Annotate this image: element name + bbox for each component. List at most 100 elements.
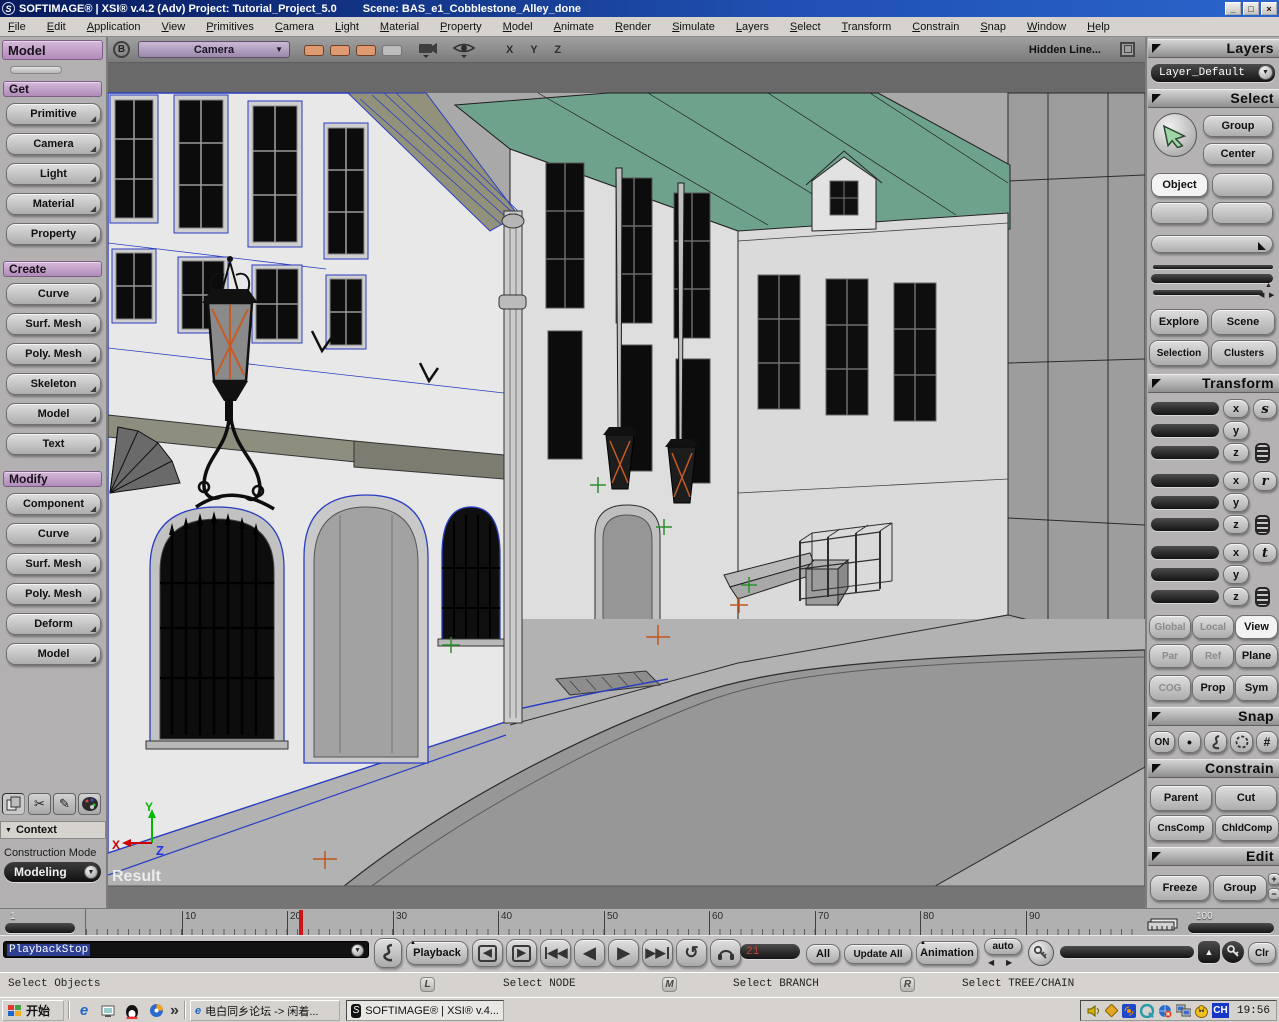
select-header[interactable]: Select [1148,89,1279,108]
create-curve-button[interactable]: Curve [6,283,101,305]
media-player-icon[interactable] [146,1001,166,1020]
auto-right-icon[interactable]: ▶ [1006,958,1012,967]
select-slider-thick[interactable] [1151,274,1273,283]
spinner-up-icon[interactable]: ▲ [1265,282,1272,289]
local-mode-button[interactable]: Local [1192,615,1234,639]
menu-application[interactable]: Application [87,21,141,33]
menu-model[interactable]: Model [503,21,533,33]
show-desktop-icon[interactable] [98,1001,118,1020]
rotate-tool-button[interactable]: r [1253,471,1277,491]
key-white-icon[interactable] [1222,941,1244,963]
palette-icon[interactable] [78,793,101,815]
cog-button[interactable]: COG [1149,675,1191,701]
maximize-button[interactable]: □ [1243,2,1259,15]
menu-select[interactable]: Select [790,21,821,33]
minimize-button[interactable]: _ [1225,2,1241,15]
snap-header[interactable]: Snap [1148,707,1279,726]
volume-icon[interactable] [1087,1004,1101,1018]
plane-mode-button[interactable]: Plane [1235,644,1278,668]
rotate-z-slider[interactable] [1151,518,1219,531]
all-button[interactable]: All [806,944,840,964]
key-icon[interactable] [1028,940,1054,966]
menu-snap[interactable]: Snap [980,21,1006,33]
create-model-button[interactable]: Model [6,403,101,425]
toolbar-divider[interactable] [10,66,62,74]
menu-help[interactable]: Help [1087,21,1110,33]
task-browser-button[interactable]: e 电白同乡论坛 -> 闲着... [190,1000,340,1021]
go-to-end-button[interactable]: ▶▶ [642,939,673,967]
scale-y-slider[interactable] [1151,424,1219,437]
playback-mode-select[interactable]: PlaybackStop ▼ [3,941,369,958]
animation-menu-button[interactable]: Animation [916,941,978,965]
menu-primitives[interactable]: Primitives [206,21,254,33]
select-mode-wide-button[interactable] [1151,235,1273,253]
quicklaunch-overflow[interactable]: » [170,1002,179,1020]
menu-property[interactable]: Property [440,21,482,33]
transform-header[interactable]: Transform [1148,374,1279,393]
memo-cam-2[interactable] [330,45,350,56]
frame-step-back-button[interactable]: ◀ [472,939,503,967]
go-to-start-button[interactable]: ◀◀ [540,939,571,967]
modify-model-button[interactable]: Model [6,643,101,665]
translate-z-toggle[interactable]: z [1223,587,1249,606]
select-arrow-tool[interactable] [1153,113,1197,157]
edit-group-button[interactable]: Group [1213,875,1267,901]
rotate-y-toggle[interactable]: y [1223,493,1249,512]
get-primitive-button[interactable]: Primitive [6,103,101,125]
select-group-button[interactable]: Group [1203,115,1273,137]
key-up-button[interactable]: ▲ [1198,941,1220,963]
get-property-button[interactable]: Property [6,223,101,245]
scale-link-icon[interactable] [1255,443,1270,463]
menu-view[interactable]: View [162,21,186,33]
camera-icon[interactable] [418,41,440,64]
messenger-icon[interactable] [1195,1004,1208,1018]
timeline-end-pill[interactable] [1188,923,1274,933]
menu-constrain[interactable]: Constrain [912,21,959,33]
viewport-camera-select[interactable]: Camera ▼ [138,41,290,58]
play-backward-button[interactable]: ◀ [574,939,605,967]
construction-mode-select[interactable]: Modeling ▼ [4,862,101,882]
view-mode-button[interactable]: View [1235,615,1278,639]
menu-light[interactable]: Light [335,21,359,33]
translate-link-icon[interactable] [1255,587,1270,607]
scale-x-slider[interactable] [1151,402,1219,415]
memo-cam-4[interactable] [382,45,402,56]
memo-cam-1[interactable] [304,45,324,56]
modify-surfmesh-button[interactable]: Surf. Mesh [6,553,101,575]
start-button[interactable]: 开始 [2,1000,64,1021]
rotate-x-slider[interactable] [1151,474,1219,487]
update-all-button[interactable]: Update All [844,944,912,964]
chevron-down-icon[interactable]: ▼ [84,865,98,879]
snap-on-button[interactable]: ON [1149,731,1175,753]
translate-tool-button[interactable]: t [1253,543,1277,563]
network-computers-icon[interactable] [1176,1004,1191,1017]
clusters-button[interactable]: Clusters [1211,340,1277,366]
translate-x-slider[interactable] [1151,546,1219,559]
quicktime-icon[interactable] [1140,1004,1154,1018]
viewport-scene[interactable]: Result X Y Z [108,63,1145,908]
menu-render[interactable]: Render [615,21,651,33]
modify-curve-button[interactable]: Curve [6,523,101,545]
translate-y-toggle[interactable]: y [1223,565,1249,584]
translate-x-toggle[interactable]: x [1223,543,1249,562]
current-frame-field[interactable]: 21 [740,944,800,959]
scale-tool-button[interactable]: s [1253,399,1277,419]
qq-penguin-icon[interactable] [122,1001,142,1020]
scissors-tool-icon[interactable]: ✂ [28,793,51,815]
spinner-left-icon[interactable]: ◀ [1259,291,1264,299]
eye-visibility-icon[interactable] [452,41,476,64]
timeline-ruler[interactable]: 10 20 30 40 50 60 70 80 90 [85,909,1141,936]
select-object-button[interactable]: Object [1151,173,1208,197]
input-method-badge[interactable]: CH [1212,1003,1229,1018]
create-text-button[interactable]: Text [6,433,101,455]
display-mode-button[interactable]: Hidden Line... [1029,44,1101,56]
auto-left-icon[interactable]: ◀ [988,958,994,967]
par-mode-button[interactable]: Par [1149,644,1191,668]
viewport-pane-button[interactable]: B [113,41,130,58]
get-light-button[interactable]: Light [6,163,101,185]
timeline-start-pill[interactable] [5,923,75,933]
pen-tool-icon[interactable]: ✎ [53,793,76,815]
select-center-button[interactable]: Center [1203,143,1273,165]
select-slider-thin[interactable] [1153,290,1263,295]
loop-button[interactable]: ↺ [676,939,707,967]
